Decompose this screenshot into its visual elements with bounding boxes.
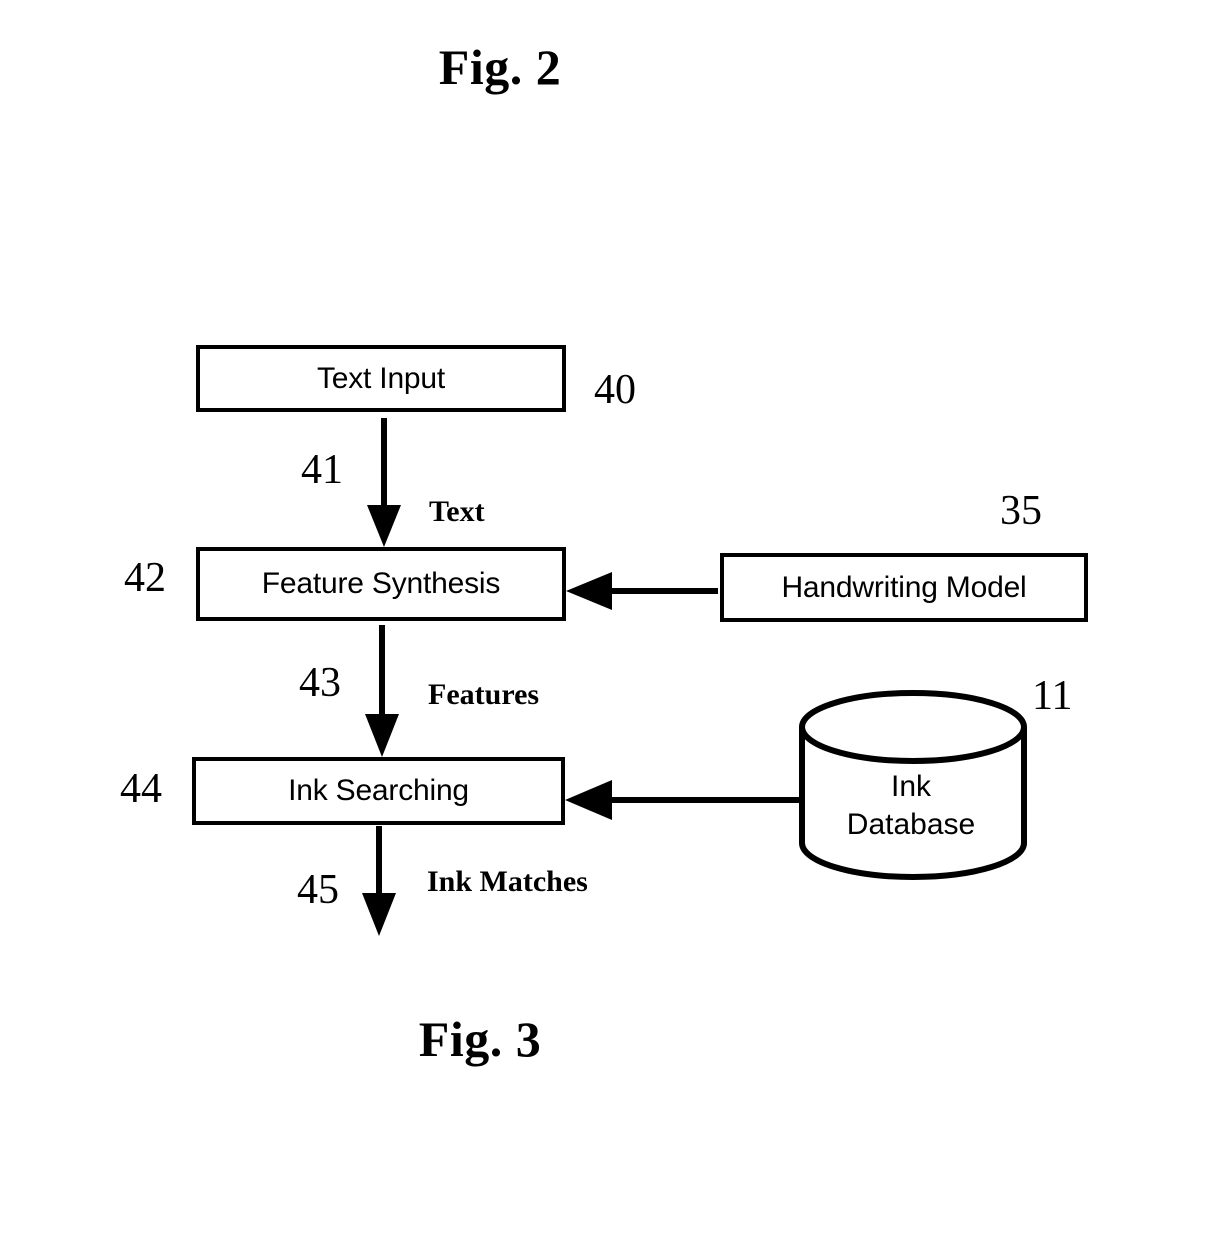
figure-2-caption: Fig. 2 [438, 39, 562, 95]
reference-numeral-35: 35 [1000, 488, 1042, 534]
arrow-handwriting-model-to-feature-synthesis [566, 572, 718, 610]
reference-numeral-42: 42 [124, 555, 166, 601]
block-feature-synthesis-label: Feature Synthesis [261, 567, 501, 600]
block-feature-synthesis[interactable]: Feature Synthesis [196, 547, 566, 621]
reference-numeral-40: 40 [594, 367, 636, 413]
arrow-ink-database-to-ink-searching [565, 780, 800, 820]
block-ink-searching-label: Ink Searching [288, 774, 469, 807]
edge-label-ink-matches: Ink Matches [427, 865, 588, 898]
arrow-feature-synthesis-to-ink-searching [365, 625, 399, 757]
block-text-input[interactable]: Text Input [196, 345, 566, 412]
block-ink-database-label: Ink Database [800, 768, 1022, 844]
reference-numeral-44: 44 [120, 766, 162, 812]
block-ink-database-label-line1: Ink [890, 770, 932, 803]
block-handwriting-model-label: Handwriting Model [781, 570, 1027, 604]
edge-label-features: Features [428, 678, 540, 711]
block-handwriting-model[interactable]: Handwriting Model [720, 553, 1088, 622]
figure-3-caption: Fig. 3 [418, 1011, 542, 1067]
reference-numeral-11: 11 [1032, 673, 1073, 719]
reference-numeral-41: 41 [301, 447, 343, 493]
arrow-text-input-to-feature-synthesis [367, 418, 401, 547]
reference-numeral-43: 43 [299, 660, 341, 706]
block-ink-database-label-line2: Database [846, 808, 976, 841]
patent-figure-page: Fig. 2 Text Input Feature Synthesis Hand… [0, 0, 1222, 1241]
arrow-ink-searching-to-ink-matches [362, 826, 396, 936]
reference-numeral-45: 45 [297, 867, 339, 913]
block-text-input-label: Text Input [316, 361, 446, 395]
block-ink-searching[interactable]: Ink Searching [192, 757, 565, 825]
edge-label-text: Text [429, 495, 485, 528]
